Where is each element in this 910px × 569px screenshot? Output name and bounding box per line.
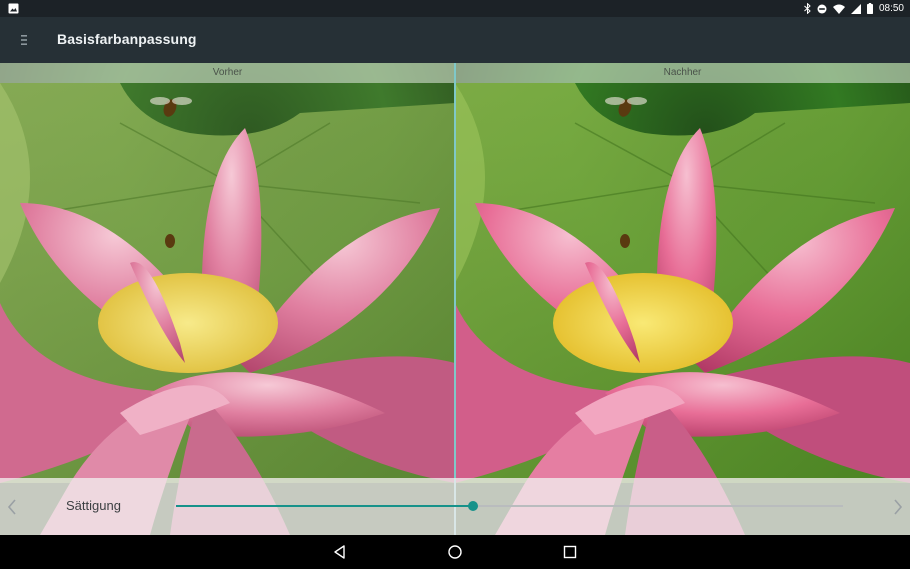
chevron-left-icon[interactable] [4,497,20,517]
home-icon[interactable] [447,544,463,560]
bee-mid [165,234,175,248]
page-title: Basisfarbanpassung [57,31,197,47]
adjustment-panel: Sättigung [0,478,910,535]
before-image: Vorher [0,63,455,535]
app-toolbar: Basisfarbanpassung [0,17,910,63]
clock: 08:50 [878,3,904,14]
bee-mid [620,234,630,248]
signal-icon [850,3,861,14]
slider-fill [176,505,473,507]
lotus-photo-after [455,63,910,535]
photo-comparison[interactable]: Vorher Nachher [0,63,910,535]
chevron-right-icon[interactable] [890,497,906,517]
recents-icon[interactable] [562,544,578,560]
image-icon [8,3,19,14]
menu-icon[interactable] [17,32,31,48]
wifi-icon [832,4,845,14]
back-icon[interactable] [332,544,348,560]
slider-thumb[interactable] [467,501,478,511]
system-nav-bar [0,535,910,569]
compare-divider-handle[interactable] [454,63,456,535]
status-bar: 08:50 [0,0,910,17]
before-label: Vorher [0,63,455,83]
after-image: Nachher [455,63,910,535]
do-not-disturb-icon [817,4,827,13]
bluetooth-icon [804,3,811,14]
after-label: Nachher [455,63,910,83]
battery-icon [866,3,873,14]
saturation-slider[interactable] [176,501,843,511]
lotus-photo-before [0,63,455,535]
saturation-label: Sättigung [66,498,121,513]
status-icons: 08:50 [804,2,904,15]
